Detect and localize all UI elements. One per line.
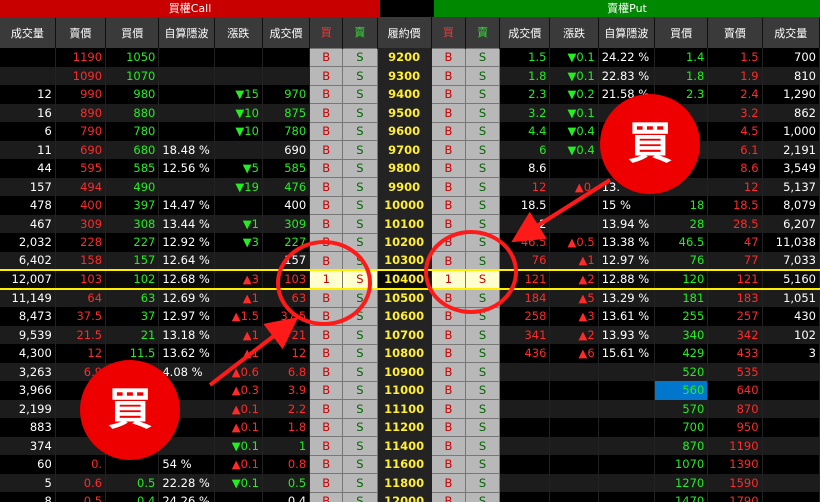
put-arrow [511,178,612,243]
call-buy-badge: 買 [80,360,180,460]
call-arrow [208,317,299,387]
put-buy-badge: 買 [600,94,700,194]
